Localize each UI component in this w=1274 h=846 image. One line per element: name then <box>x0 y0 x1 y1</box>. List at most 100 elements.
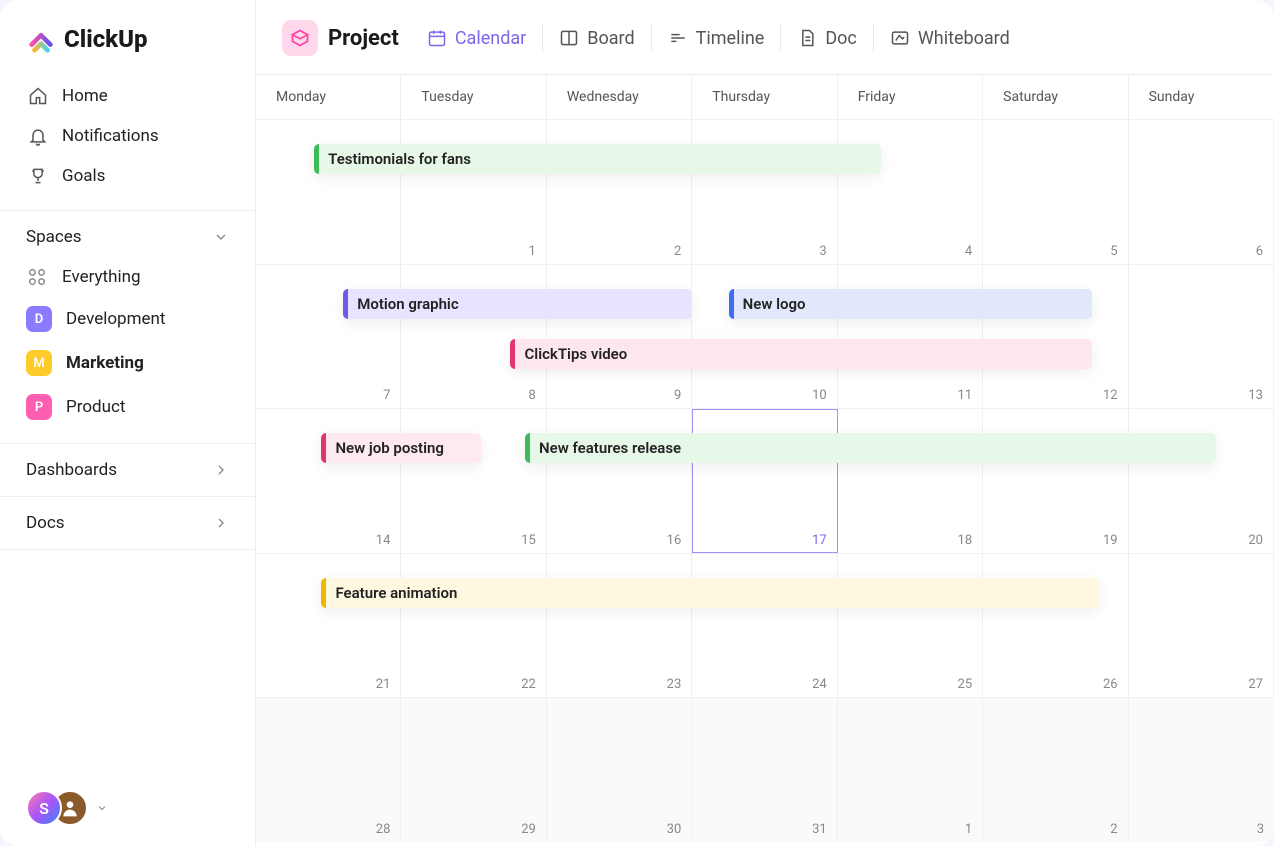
project-chip[interactable]: Project <box>282 20 399 56</box>
calendar-cell[interactable]: 10 <box>692 265 837 409</box>
docs-label: Docs <box>26 513 65 533</box>
day-header: Saturday <box>983 75 1128 119</box>
dashboards-header[interactable]: Dashboards <box>0 444 255 497</box>
event[interactable]: New job posting <box>321 433 481 463</box>
topbar: Project Calendar Board Timeline Doc Whiteboa… <box>256 0 1274 74</box>
view-whiteboard[interactable]: Whiteboard <box>888 24 1012 53</box>
date-number: 26 <box>1103 677 1118 692</box>
clickup-logo-icon <box>26 24 56 54</box>
event[interactable]: Motion graphic <box>343 289 692 319</box>
calendar-cell[interactable]: 25 <box>838 554 983 698</box>
date-number: 24 <box>812 677 827 692</box>
calendar-cell[interactable]: 31 <box>692 698 837 842</box>
home-icon <box>28 86 48 106</box>
nav-label: Goals <box>62 166 105 186</box>
calendar-cell[interactable]: 6 <box>1129 120 1274 264</box>
chevron-right-icon <box>213 515 229 531</box>
day-header: Wednesday <box>547 75 692 119</box>
calendar-cell[interactable]: 16 <box>547 409 692 553</box>
event[interactable]: ClickTips video <box>510 339 1092 369</box>
calendar-cell[interactable]: 29 <box>401 698 546 842</box>
view-calendar[interactable]: Calendar <box>425 24 528 53</box>
date-number: 15 <box>521 533 536 548</box>
view-label: Board <box>587 28 634 49</box>
calendar-cell[interactable]: 22 <box>401 554 546 698</box>
calendar-cell[interactable]: 9 <box>547 265 692 409</box>
calendar-cell[interactable]: 21 <box>256 554 401 698</box>
calendar-cell[interactable]: 11 <box>838 265 983 409</box>
calendar-cell[interactable]: 19 <box>983 409 1128 553</box>
chevron-down-icon <box>96 802 108 814</box>
space-item-marketing[interactable]: MMarketing <box>0 341 255 385</box>
week-row: 12 345 6 Testimonials for fans <box>256 119 1274 264</box>
space-badge: D <box>26 306 52 332</box>
view-timeline[interactable]: Timeline <box>666 24 767 53</box>
event[interactable]: Feature animation <box>321 578 1099 608</box>
date-number: 7 <box>383 388 390 403</box>
nav-label: Notifications <box>62 126 159 146</box>
nav-home[interactable]: Home <box>0 76 255 116</box>
view-label: Calendar <box>455 28 526 49</box>
event[interactable]: New features release <box>525 433 1216 463</box>
calendar-cell[interactable]: 28 <box>256 698 401 842</box>
space-badge: M <box>26 350 52 376</box>
calendar-cell[interactable]: 3 <box>1129 698 1274 842</box>
calendar-cell[interactable]: 23 <box>547 554 692 698</box>
nav-goals[interactable]: Goals <box>0 156 255 196</box>
calendar-cell[interactable]: 4 <box>838 120 983 264</box>
date-number: 11 <box>958 388 973 403</box>
dashboards-label: Dashboards <box>26 460 117 480</box>
user-avatars[interactable]: S <box>0 770 255 846</box>
calendar-cell[interactable]: 5 <box>983 120 1128 264</box>
calendar-cell[interactable]: 1 <box>401 120 546 264</box>
spaces-label: Spaces <box>26 227 82 247</box>
nav-notifications[interactable]: Notifications <box>0 116 255 156</box>
space-item-product[interactable]: PProduct <box>0 385 255 429</box>
space-everything[interactable]: Everything <box>0 257 255 297</box>
calendar-cell[interactable]: 3 <box>692 120 837 264</box>
brand-logo[interactable]: ClickUp <box>0 0 255 72</box>
date-number: 23 <box>667 677 682 692</box>
date-number: 9 <box>674 388 681 403</box>
calendar-cell[interactable]: 13 <box>1129 265 1274 409</box>
date-number: 6 <box>1256 244 1263 259</box>
date-number: 21 <box>376 677 391 692</box>
calendar-cell[interactable]: 26 <box>983 554 1128 698</box>
project-label: Project <box>328 26 399 51</box>
calendar-cell[interactable]: 17 <box>692 409 837 553</box>
calendar-cell[interactable]: 1 <box>838 698 983 842</box>
calendar-cell[interactable]: 2 <box>547 120 692 264</box>
event[interactable]: New logo <box>729 289 1093 319</box>
calendar-cell[interactable]: 20 <box>1129 409 1274 553</box>
day-header: Thursday <box>692 75 837 119</box>
views: Calendar Board Timeline Doc Whiteboard <box>425 24 1012 53</box>
docs-header[interactable]: Docs <box>0 497 255 550</box>
person-icon <box>60 798 80 818</box>
calendar-cell[interactable]: 15 <box>401 409 546 553</box>
space-label: Development <box>66 309 165 329</box>
calendar-cell[interactable]: 7 <box>256 265 401 409</box>
bell-icon <box>28 126 48 146</box>
calendar-cell[interactable]: 24 <box>692 554 837 698</box>
view-board[interactable]: Board <box>557 24 636 53</box>
space-item-development[interactable]: D Development <box>0 297 255 341</box>
calendar-cell[interactable]: 30 <box>547 698 692 842</box>
view-label: Timeline <box>696 28 765 49</box>
date-number: 13 <box>1248 388 1263 403</box>
date-number: 19 <box>1103 533 1118 548</box>
event[interactable]: Testimonials for fans <box>314 144 881 174</box>
calendar-cell[interactable]: 14 <box>256 409 401 553</box>
calendar-cell[interactable]: 12 <box>983 265 1128 409</box>
trophy-icon <box>28 166 48 186</box>
date-number: 3 <box>819 244 826 259</box>
spaces-header[interactable]: Spaces <box>0 211 255 257</box>
calendar-cell[interactable] <box>256 120 401 264</box>
view-doc[interactable]: Doc <box>795 24 859 53</box>
calendar-cell[interactable]: 8 <box>401 265 546 409</box>
date-number: 18 <box>958 533 973 548</box>
calendar-cell[interactable]: 18 <box>838 409 983 553</box>
nav-label: Home <box>62 86 108 106</box>
calendar-cell[interactable]: 27 <box>1129 554 1274 698</box>
calendar-cell[interactable]: 2 <box>983 698 1128 842</box>
timeline-icon <box>668 28 688 48</box>
